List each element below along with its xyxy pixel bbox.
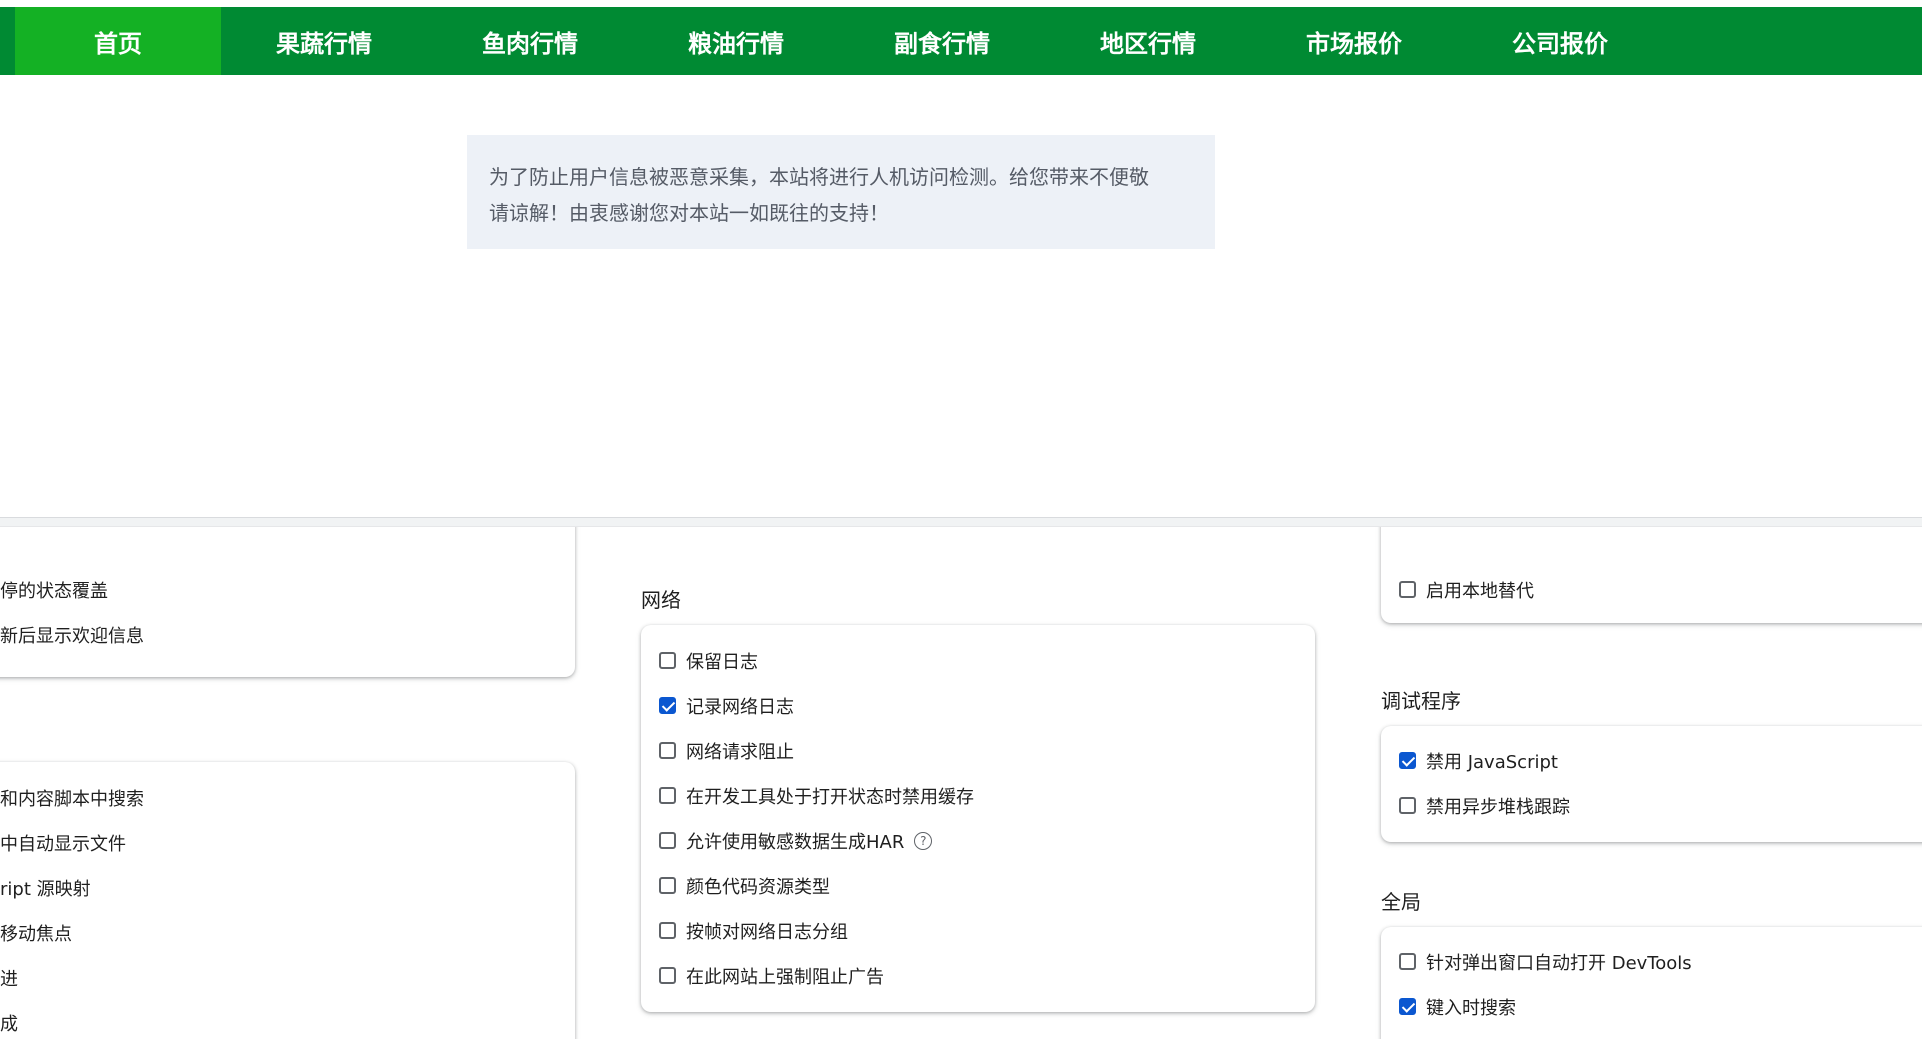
option-record-network-log[interactable]: 记录网络日志: [659, 683, 794, 728]
checkbox[interactable]: [1399, 998, 1416, 1015]
setting-label[interactable]: 和内容脚本中搜索: [0, 785, 144, 811]
notice-line-2: 请谅解！由衷感谢您对本站一如既往的支持！: [489, 201, 889, 225]
option-auto-open-devtools-popups[interactable]: 针对弹出窗口自动打开 DevTools: [1399, 939, 1692, 984]
nav-item-company-quote[interactable]: 公司报价: [1457, 7, 1663, 75]
checkbox[interactable]: [1399, 953, 1416, 970]
option-label: 启用本地替代: [1426, 580, 1534, 602]
option-label: 在开发工具处于打开状态时禁用缓存: [686, 786, 974, 808]
network-section-title: 网络: [641, 588, 681, 612]
option-label: 按帧对网络日志分组: [686, 921, 848, 943]
nav-item-home[interactable]: 首页: [15, 7, 221, 75]
option-har-sensitive[interactable]: 允许使用敏感数据生成HAR ?: [659, 818, 933, 863]
checkbox[interactable]: [659, 652, 676, 669]
setting-label[interactable]: 新后显示欢迎信息: [0, 622, 144, 648]
option-label: 禁用 JavaScript: [1426, 751, 1558, 773]
option-local-overrides[interactable]: 启用本地替代: [1399, 567, 1534, 612]
checkbox[interactable]: [659, 697, 676, 714]
option-label: 键入时搜索: [1426, 997, 1516, 1019]
checkbox[interactable]: [1399, 581, 1416, 598]
help-icon[interactable]: ?: [914, 831, 933, 850]
global-section-title: 全局: [1381, 890, 1421, 914]
option-label: 允许使用敏感数据生成HAR: [686, 831, 905, 853]
devtools-settings-panel: 停的状态覆盖 新后显示欢迎信息 和内容脚本中搜索 中自动显示文件 ript 源映…: [0, 527, 1922, 1039]
checkbox[interactable]: [659, 877, 676, 894]
setting-label[interactable]: 进: [0, 965, 18, 991]
setting-label[interactable]: 停的状态覆盖: [0, 577, 108, 603]
bot-check-notice: 为了防止用户信息被恶意采集，本站将进行人机访问检测。给您带来不便敬 请谅解！由衷…: [467, 135, 1215, 249]
global-settings-card: 针对弹出窗口自动打开 DevTools 键入时搜索: [1381, 927, 1922, 1039]
option-preserve-log[interactable]: 保留日志: [659, 638, 758, 683]
checkbox[interactable]: [1399, 752, 1416, 769]
nav-item-region[interactable]: 地区行情: [1045, 7, 1251, 75]
option-label: 网络请求阻止: [686, 741, 794, 763]
debugger-settings-card: 禁用 JavaScript 禁用异步堆栈跟踪: [1381, 726, 1922, 842]
debugger-section-title: 调试程序: [1381, 689, 1461, 713]
nav-item-market-quote[interactable]: 市场报价: [1251, 7, 1457, 75]
settings-card-left-1: 停的状态覆盖 新后显示欢迎信息: [0, 527, 575, 677]
option-label: 保留日志: [686, 651, 758, 673]
setting-label[interactable]: ript 源映射: [0, 875, 91, 901]
option-label: 记录网络日志: [686, 696, 794, 718]
option-color-code-resources[interactable]: 颜色代码资源类型: [659, 863, 830, 908]
option-group-by-frame[interactable]: 按帧对网络日志分组: [659, 908, 848, 953]
option-label: 在此网站上强制阻止广告: [686, 966, 884, 988]
settings-card-left-2: 和内容脚本中搜索 中自动显示文件 ript 源映射 移动焦点 进 成: [0, 762, 575, 1039]
network-settings-card: 保留日志 记录网络日志 网络请求阻止 在开发工具处于打开状态时禁用缓存 允许使用…: [641, 625, 1315, 1012]
devtools-resize-divider[interactable]: [0, 517, 1922, 527]
option-label: 禁用异步堆栈跟踪: [1426, 796, 1570, 818]
nav-item-fish-meat[interactable]: 鱼肉行情: [427, 7, 633, 75]
nav-item-fruit-veg[interactable]: 果蔬行情: [221, 7, 427, 75]
nav-item-grain-oil[interactable]: 粮油行情: [633, 7, 839, 75]
option-search-as-you-type[interactable]: 键入时搜索: [1399, 984, 1516, 1029]
nav-item-nonstaple[interactable]: 副食行情: [839, 7, 1045, 75]
checkbox[interactable]: [659, 967, 676, 984]
sources-settings-card: 启用本地替代: [1381, 527, 1922, 623]
option-label: 针对弹出窗口自动打开 DevTools: [1426, 952, 1692, 974]
checkbox[interactable]: [1399, 797, 1416, 814]
setting-label[interactable]: 移动焦点: [0, 920, 72, 946]
option-disable-javascript[interactable]: 禁用 JavaScript: [1399, 738, 1558, 783]
checkbox[interactable]: [659, 922, 676, 939]
option-request-blocking[interactable]: 网络请求阻止: [659, 728, 794, 773]
setting-label[interactable]: 成: [0, 1010, 18, 1036]
notice-line-1: 为了防止用户信息被恶意采集，本站将进行人机访问检测。给您带来不便敬: [489, 165, 1149, 189]
checkbox[interactable]: [659, 787, 676, 804]
option-label: 颜色代码资源类型: [686, 876, 830, 898]
checkbox[interactable]: [659, 832, 676, 849]
top-nav: 首页 果蔬行情 鱼肉行情 粮油行情 副食行情 地区行情 市场报价 公司报价: [0, 7, 1922, 75]
option-disable-cache[interactable]: 在开发工具处于打开状态时禁用缓存: [659, 773, 974, 818]
setting-label[interactable]: 中自动显示文件: [0, 830, 126, 856]
option-disable-async-stack[interactable]: 禁用异步堆栈跟踪: [1399, 783, 1570, 828]
option-force-ad-blocking[interactable]: 在此网站上强制阻止广告: [659, 953, 884, 998]
checkbox[interactable]: [659, 742, 676, 759]
